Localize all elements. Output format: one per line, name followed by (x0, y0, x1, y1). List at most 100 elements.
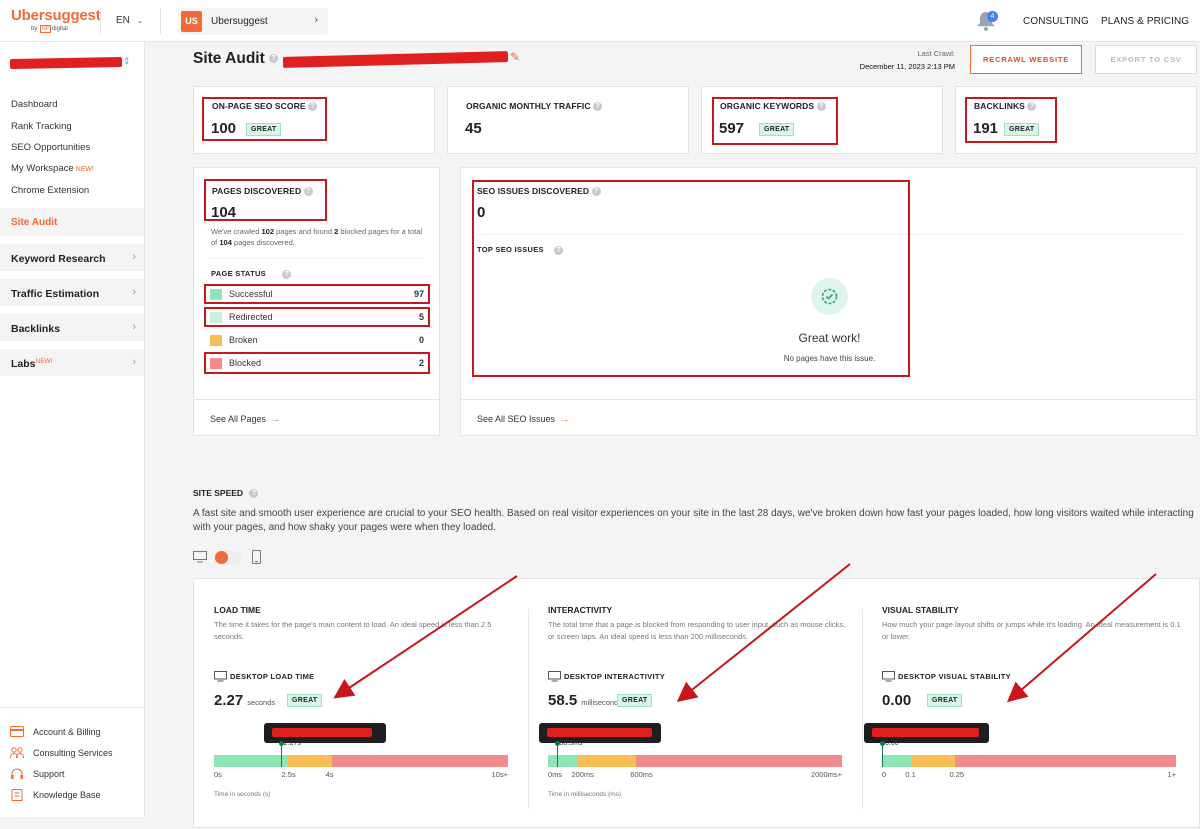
help-icon[interactable]: ? (593, 102, 603, 112)
desktop-icon (882, 671, 895, 682)
chevron-right-icon: › (132, 251, 136, 263)
speed-tooltip (864, 723, 989, 743)
annotation-box (472, 180, 910, 377)
edit-pencil-icon[interactable]: ✎ (510, 50, 520, 64)
notification-count-badge: 4 (987, 11, 998, 22)
speed-column-interactivity: INTERACTIVITY The total time that a page … (528, 579, 862, 829)
project-name: Ubersuggest (211, 16, 268, 27)
desktop-icon (214, 671, 227, 682)
speed-bar-segment (955, 755, 1176, 767)
speed-bar-segment (548, 755, 578, 767)
speed-column-description: The total time that a page is blocked fr… (548, 620, 846, 641)
toggle-knob (215, 551, 228, 564)
status-row-broken[interactable]: Broken 0 (210, 333, 424, 349)
sidebar-item-site-audit[interactable]: Site Audit (11, 217, 57, 228)
great-badge: GREAT (927, 694, 963, 707)
redacted-domain-selector[interactable] (9, 57, 123, 69)
speed-bar-segment (882, 755, 912, 767)
chevron-right-icon: › (132, 356, 136, 368)
export-csv-button[interactable]: EXPORT TO CSV (1095, 45, 1197, 74)
language-selector[interactable]: EN ⌄ (116, 15, 143, 26)
chevron-updown-icon: ⇕ (123, 56, 131, 66)
sidebar-footer-knowledge-base[interactable]: Knowledge Base (10, 789, 101, 801)
site-speed-card: LOAD TIME The time it takes for the page'… (193, 578, 1200, 828)
speed-metric-label: DESKTOP LOAD TIME (230, 672, 315, 681)
desktop-icon[interactable] (193, 551, 207, 563)
redacted-tooltip-text (872, 728, 979, 737)
sidebar-footer-account-billing[interactable]: Account & Billing (10, 726, 101, 737)
help-icon[interactable]: ? (269, 54, 279, 64)
speed-range-bar (882, 755, 1176, 767)
divider (194, 399, 439, 400)
annotation-box (965, 97, 1057, 143)
speed-tick-label: 600ms (630, 770, 653, 779)
headset-icon (11, 768, 23, 779)
speed-marker-label: 0.00 (885, 740, 899, 747)
speed-tooltip (539, 723, 661, 743)
great-badge: GREAT (287, 694, 323, 707)
new-badge: NEW! (35, 358, 53, 365)
speed-tick-label: 2.5s (281, 770, 296, 779)
credit-card-icon (10, 726, 24, 737)
sidebar-item-seo-opportunities[interactable]: SEO Opportunities (11, 142, 90, 153)
recrawl-website-button[interactable]: RECRAWL WEBSITE (970, 45, 1082, 74)
speed-tick-label: 4s (325, 770, 334, 779)
ubersuggest-logo[interactable]: Ubersuggest by NP digital (11, 7, 101, 33)
top-bar: Ubersuggest by NP digital EN ⌄ US Ubersug… (0, 0, 1200, 42)
sidebar-item-rank-tracking[interactable]: Rank Tracking (11, 121, 72, 132)
speed-tick-label: 1+ (1167, 770, 1176, 779)
mobile-icon[interactable] (252, 550, 261, 564)
see-all-pages-link[interactable]: See All Pages → (210, 414, 280, 424)
page-title: Site Audit ? (193, 50, 279, 68)
annotation-box (202, 97, 327, 141)
speed-column-visual-stability: VISUAL STABILITY How much your page layou… (862, 579, 1196, 829)
sidebar-footer-consulting-services[interactable]: Consulting Services (10, 747, 113, 759)
annotation-box (204, 284, 430, 304)
help-icon[interactable]: ? (249, 489, 259, 499)
speed-marker-label: 2.27s (283, 740, 301, 747)
sidebar-item-chrome-extension[interactable]: Chrome Extension (11, 185, 89, 196)
device-toggle[interactable] (214, 551, 242, 564)
speed-range-bar (548, 755, 842, 767)
metric-card-organic-monthly-traffic: ORGANIC MONTHLY TRAFFIC ? 45 (447, 86, 689, 154)
annotation-box (204, 179, 327, 221)
speed-bar-segment (287, 755, 332, 767)
site-speed-title: SITE SPEED ? (193, 488, 259, 499)
speed-bar-segment (577, 755, 637, 767)
speed-bar-segment (636, 755, 842, 767)
sidebar-item-my-workspace[interactable]: My Workspace NEW! (11, 163, 94, 174)
speed-metric-value: 2.27 seconds (214, 692, 276, 709)
project-selector[interactable]: US Ubersuggest › (178, 8, 328, 35)
sidebar-section-keyword-research[interactable]: Keyword Research › (0, 243, 144, 271)
help-icon[interactable]: ? (282, 269, 292, 279)
sidebar-section-backlinks[interactable]: Backlinks › (0, 313, 144, 341)
speed-tick-label: 200ms (571, 770, 594, 779)
arrow-right-icon: → (560, 414, 570, 424)
plans-pricing-link[interactable]: PLANS & PRICING (1101, 16, 1189, 27)
speed-column-load-time: LOAD TIME The time it takes for the page'… (194, 579, 528, 829)
legend-swatch (210, 335, 222, 346)
speed-column-title: VISUAL STABILITY (882, 605, 959, 615)
speed-bar-segment (331, 755, 508, 767)
speed-metric-value: 58.5 milliseconds (548, 692, 623, 709)
sidebar-footer-support[interactable]: Support (10, 768, 65, 780)
sidebar-item-dashboard[interactable]: Dashboard (11, 99, 57, 110)
speed-tick-label: 0.1 (905, 770, 916, 779)
sidebar-section-labs[interactable]: LabsNEW! › (0, 348, 144, 376)
consulting-link[interactable]: CONSULTING (1023, 16, 1089, 27)
redacted-tooltip-text (272, 728, 372, 737)
last-crawl-info: Last Crawl: December 11, 2023 2:13 PM (859, 49, 955, 71)
speed-tick-label: 0ms (548, 770, 563, 779)
project-avatar: US (181, 11, 202, 32)
speed-tick-label: 2000ms+ (810, 770, 842, 779)
divider (160, 8, 161, 34)
speed-column-title: INTERACTIVITY (548, 605, 613, 615)
divider (461, 399, 1196, 400)
divider (100, 8, 101, 34)
sidebar: ⇕ Dashboard Rank Tracking SEO Opportunit… (0, 42, 145, 817)
chevron-right-icon: › (314, 14, 318, 26)
speed-tick-label: 0.25 (949, 770, 965, 779)
sidebar-section-traffic-estimation[interactable]: Traffic Estimation › (0, 278, 144, 306)
speed-axis-caption: Time in milliseconds (ms) (548, 791, 622, 798)
see-all-seo-issues-link[interactable]: See All SEO Issues → (477, 414, 569, 424)
